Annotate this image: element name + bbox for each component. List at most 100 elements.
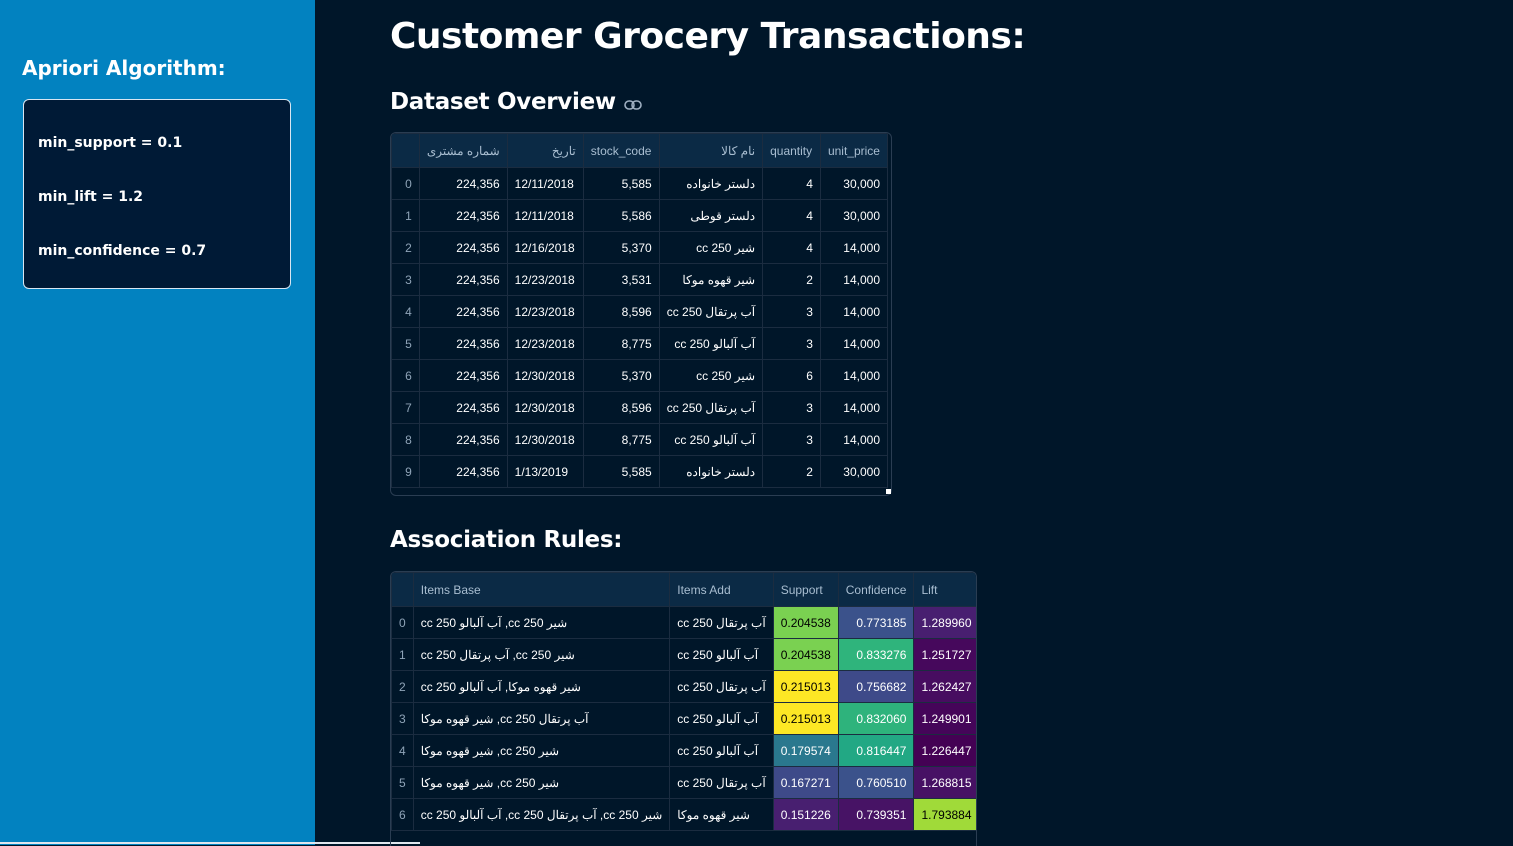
row-index[interactable]: 6 <box>391 359 420 392</box>
confidence-cell[interactable]: 0.816447 <box>837 734 915 767</box>
column-header[interactable]: Confidence <box>837 572 915 607</box>
table-cell[interactable]: 3 <box>762 423 821 456</box>
row-index[interactable]: 6 <box>391 798 414 831</box>
table-cell[interactable]: 224,356 <box>418 359 508 392</box>
row-index[interactable]: 9 <box>391 455 420 488</box>
confidence-cell[interactable]: 0.756682 <box>837 670 915 703</box>
column-header[interactable] <box>391 133 420 168</box>
table-cell[interactable]: 224,356 <box>418 263 508 296</box>
lift-cell[interactable]: 1.793884 <box>913 798 976 831</box>
table-cell[interactable]: 224,356 <box>418 327 508 360</box>
table-cell[interactable]: 30,000 <box>819 167 889 200</box>
row-index[interactable]: 2 <box>391 231 420 264</box>
lift-cell[interactable]: 1.289960 <box>913 606 976 639</box>
column-header[interactable] <box>391 572 414 607</box>
table-cell[interactable]: 1/13/2019 <box>506 455 584 488</box>
table-cell[interactable]: 14,000 <box>819 327 889 360</box>
items-add-cell[interactable]: آب آلبالو 250 cc <box>669 702 774 735</box>
table-cell[interactable]: 5,586 <box>582 199 660 232</box>
dataset-table-frame[interactable]: شماره مشتری تاریخ stock_code نام کالا quanti… <box>390 132 892 496</box>
table-cell[interactable]: 12/11/2018 <box>506 167 584 200</box>
table-cell[interactable]: 224,356 <box>418 423 508 456</box>
rules-table-frame[interactable]: Items Base Items Add Support Confidence Lift… <box>390 571 977 846</box>
items-base-cell[interactable]: شیر 250 cc, آب پرتقال 250 cc, آب آلبالو … <box>412 798 671 831</box>
items-add-cell[interactable]: آب آلبالو 250 cc <box>669 638 774 671</box>
table-cell[interactable]: 2 <box>762 455 821 488</box>
confidence-cell[interactable]: 0.739351 <box>837 798 915 831</box>
row-index[interactable]: 3 <box>391 263 420 296</box>
table-cell[interactable]: دلستر خانواده <box>658 167 764 200</box>
lift-cell[interactable]: 1.262427 <box>913 670 976 703</box>
resize-handle[interactable] <box>886 489 891 494</box>
table-cell[interactable]: 14,000 <box>819 423 889 456</box>
confidence-cell[interactable]: 0.833276 <box>837 638 915 671</box>
table-cell[interactable]: 12/23/2018 <box>506 295 584 328</box>
table-cell[interactable]: 4 <box>762 231 821 264</box>
row-index[interactable]: 7 <box>391 391 420 424</box>
rules-table[interactable]: Items Base Items Add Support Confidence Lift… <box>391 572 976 831</box>
column-header[interactable]: Lift <box>913 572 976 607</box>
items-base-cell[interactable]: شیر 250 cc, آب پرتقال 250 cc <box>412 638 671 671</box>
table-cell[interactable]: 12/23/2018 <box>506 263 584 296</box>
table-cell[interactable]: آب پرتقال 250 cc <box>658 391 764 424</box>
table-cell[interactable]: شیر 250 cc <box>658 231 764 264</box>
table-cell[interactable]: 12/11/2018 <box>506 199 584 232</box>
lift-cell[interactable]: 1.226447 <box>913 734 976 767</box>
table-cell[interactable]: 3,531 <box>582 263 660 296</box>
table-cell[interactable]: 14,000 <box>819 263 889 296</box>
table-cell[interactable]: 5,370 <box>582 359 660 392</box>
confidence-cell[interactable]: 0.760510 <box>837 766 915 799</box>
items-base-cell[interactable]: شیر 250 cc, آب آلبالو 250 cc <box>412 606 671 639</box>
table-cell[interactable]: 5,585 <box>582 167 660 200</box>
table-cell[interactable]: 30,000 <box>819 455 889 488</box>
table-cell[interactable]: 2 <box>762 263 821 296</box>
row-index[interactable]: 4 <box>391 295 420 328</box>
table-cell[interactable]: 3 <box>762 391 821 424</box>
link-icon[interactable] <box>624 90 642 116</box>
table-cell[interactable]: 12/30/2018 <box>506 359 584 392</box>
items-base-cell[interactable]: شیر 250 cc, شیر قهوه موکا <box>412 734 671 767</box>
column-header[interactable]: Support <box>772 572 839 607</box>
support-cell[interactable]: 0.179574 <box>772 734 839 767</box>
table-cell[interactable]: شیر 250 cc <box>658 359 764 392</box>
lift-cell[interactable]: 1.268815 <box>913 766 976 799</box>
table-cell[interactable]: 8,596 <box>582 391 660 424</box>
items-base-cell[interactable]: شیر قهوه موکا, آب آلبالو 250 cc <box>412 670 671 703</box>
table-cell[interactable]: 12/30/2018 <box>506 391 584 424</box>
column-header[interactable]: Items Base <box>412 572 671 607</box>
row-index[interactable]: 1 <box>391 199 420 232</box>
column-header[interactable]: stock_code <box>582 133 660 168</box>
table-cell[interactable]: دلستر خانواده <box>658 455 764 488</box>
lift-cell[interactable]: 1.251727 <box>913 638 976 671</box>
items-add-cell[interactable]: شیر قهوه موکا <box>669 798 774 831</box>
column-header[interactable]: تاریخ <box>506 133 584 168</box>
table-cell[interactable]: 12/23/2018 <box>506 327 584 360</box>
table-cell[interactable]: 224,356 <box>418 295 508 328</box>
table-cell[interactable]: 8,775 <box>582 423 660 456</box>
row-index[interactable]: 3 <box>391 702 414 735</box>
column-header[interactable]: unit_price <box>819 133 889 168</box>
column-header[interactable]: نام کالا <box>658 133 764 168</box>
table-cell[interactable]: 3 <box>762 295 821 328</box>
table-cell[interactable]: 3 <box>762 327 821 360</box>
table-cell[interactable]: 224,356 <box>418 391 508 424</box>
support-cell[interactable]: 0.204538 <box>772 638 839 671</box>
table-cell[interactable]: آب آلبالو 250 cc <box>658 327 764 360</box>
confidence-cell[interactable]: 0.773185 <box>837 606 915 639</box>
table-cell[interactable]: 12/30/2018 <box>506 423 584 456</box>
table-cell[interactable]: 12/16/2018 <box>506 231 584 264</box>
column-header[interactable]: quantity <box>762 133 821 168</box>
items-add-cell[interactable]: آب پرتقال 250 cc <box>669 766 774 799</box>
lift-cell[interactable]: 1.249901 <box>913 702 976 735</box>
table-cell[interactable]: 8,596 <box>582 295 660 328</box>
row-index[interactable]: 5 <box>391 327 420 360</box>
items-add-cell[interactable]: آب پرتقال 250 cc <box>669 606 774 639</box>
row-index[interactable]: 5 <box>391 766 414 799</box>
table-cell[interactable]: 8,775 <box>582 327 660 360</box>
row-index[interactable]: 2 <box>391 670 414 703</box>
table-cell[interactable]: 6 <box>762 359 821 392</box>
confidence-cell[interactable]: 0.832060 <box>837 702 915 735</box>
column-header[interactable]: Items Add <box>669 572 774 607</box>
table-cell[interactable]: 224,356 <box>418 199 508 232</box>
support-cell[interactable]: 0.215013 <box>772 670 839 703</box>
